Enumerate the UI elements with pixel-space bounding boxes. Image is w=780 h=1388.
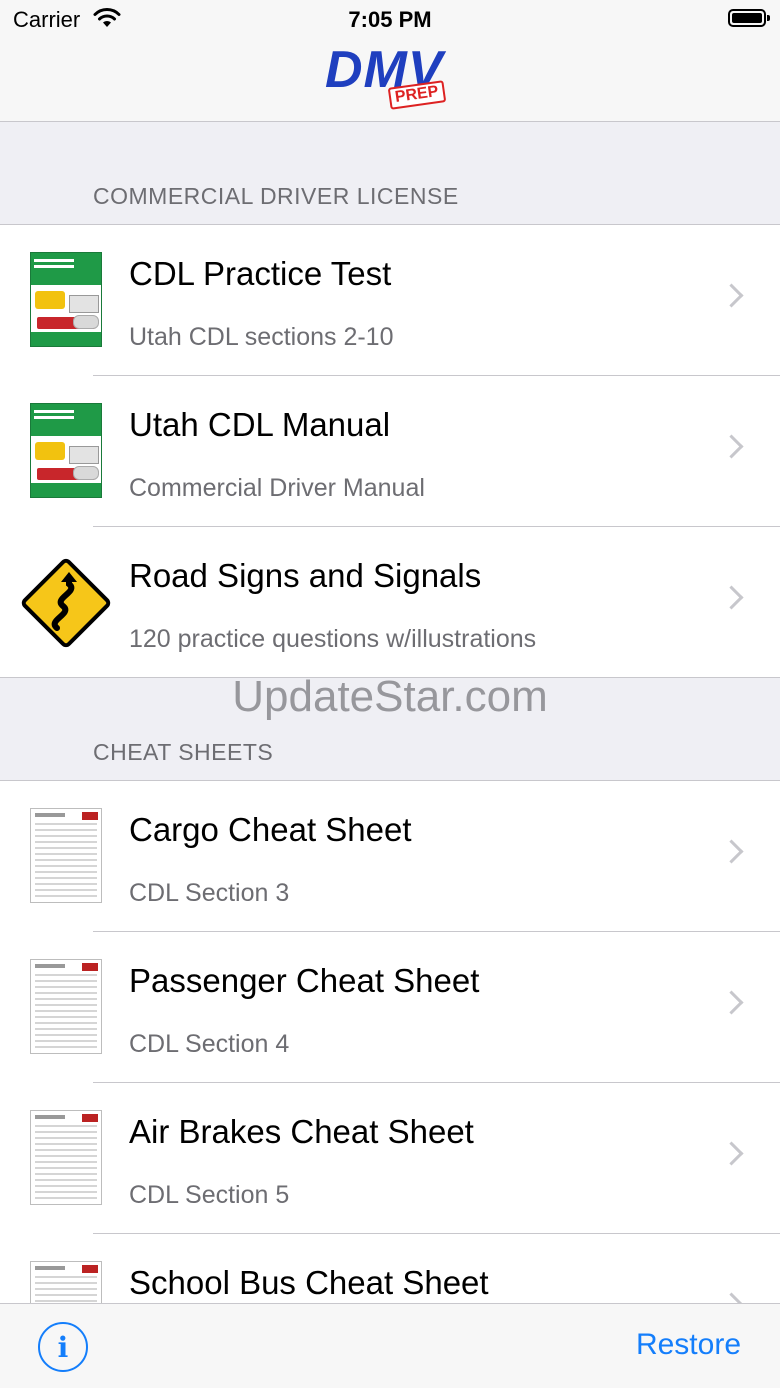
row-subtitle: CDL Section 3 xyxy=(129,879,290,907)
chevron-right-icon xyxy=(719,839,744,864)
section-list-cdl: CDL Practice Test Utah CDL sections 2-10… xyxy=(0,225,780,678)
row-subtitle: CDL Section 5 xyxy=(129,1181,290,1209)
cheat-sheet-document-icon xyxy=(30,808,102,903)
list-item-cdl-practice-test[interactable]: CDL Practice Test Utah CDL sections 2-10 xyxy=(0,225,780,376)
row-title: Air Brakes Cheat Sheet xyxy=(129,1113,474,1150)
dmv-prep-logo: DMV PREP xyxy=(323,40,463,116)
list-item-cargo-cheat-sheet[interactable]: Cargo Cheat Sheet CDL Section 3 xyxy=(0,781,780,932)
chevron-right-icon xyxy=(719,1292,744,1303)
row-subtitle: Utah CDL sections 2-10 xyxy=(129,323,394,351)
watermark-text: UpdateStar.com xyxy=(232,672,548,721)
cheat-sheet-document-icon xyxy=(30,1261,102,1303)
clock-time: 7:05 PM xyxy=(348,7,432,32)
status-bar: Carrier 7:05 PM xyxy=(0,0,780,40)
list-item-passenger-cheat-sheet[interactable]: Passenger Cheat Sheet CDL Section 4 xyxy=(0,932,780,1083)
restore-button[interactable]: Restore xyxy=(636,1328,741,1362)
chevron-right-icon xyxy=(719,283,744,308)
battery-icon xyxy=(728,9,770,27)
row-subtitle: CDL Section 4 xyxy=(129,1030,290,1058)
row-title: Utah CDL Manual xyxy=(129,406,391,443)
bottom-toolbar: i Restore xyxy=(0,1303,780,1388)
cheat-sheet-document-icon xyxy=(30,1110,102,1205)
row-subtitle: 120 practice questions w/illustrations xyxy=(129,625,537,653)
cdl-manual-cover-icon xyxy=(30,403,102,498)
table-view[interactable]: COMMERCIAL DRIVER LICENSE CDL Practice T… xyxy=(0,122,780,1303)
section-header-commercial-driver-license: COMMERCIAL DRIVER LICENSE xyxy=(0,122,780,225)
chevron-right-icon xyxy=(719,1141,744,1166)
row-title: CDL Practice Test xyxy=(129,255,392,292)
list-item-air-brakes-cheat-sheet[interactable]: Air Brakes Cheat Sheet CDL Section 5 xyxy=(0,1083,780,1234)
chevron-right-icon xyxy=(719,990,744,1015)
row-subtitle: Commercial Driver Manual xyxy=(129,474,425,502)
list-item-school-bus-cheat-sheet[interactable]: School Bus Cheat Sheet xyxy=(0,1234,780,1303)
row-title: School Bus Cheat Sheet xyxy=(129,1264,489,1301)
winding-road-sign-icon xyxy=(17,554,115,652)
row-title: Road Signs and Signals xyxy=(129,557,482,594)
list-item-utah-cdl-manual[interactable]: Utah CDL Manual Commercial Driver Manual xyxy=(0,376,780,527)
section-list-cheat-sheets: Cargo Cheat Sheet CDL Section 3 Passenge… xyxy=(0,781,780,1303)
row-title: Cargo Cheat Sheet xyxy=(129,811,412,848)
chevron-right-icon xyxy=(719,585,744,610)
cdl-manual-cover-icon xyxy=(30,252,102,347)
cheat-sheet-document-icon xyxy=(30,959,102,1054)
navigation-bar: Carrier 7:05 PM DMV PREP xyxy=(0,0,780,122)
info-circle-icon[interactable]: i xyxy=(38,1322,88,1372)
row-title: Passenger Cheat Sheet xyxy=(129,962,480,999)
list-item-road-signs-and-signals[interactable]: Road Signs and Signals 120 practice ques… xyxy=(0,527,780,678)
chevron-right-icon xyxy=(719,434,744,459)
